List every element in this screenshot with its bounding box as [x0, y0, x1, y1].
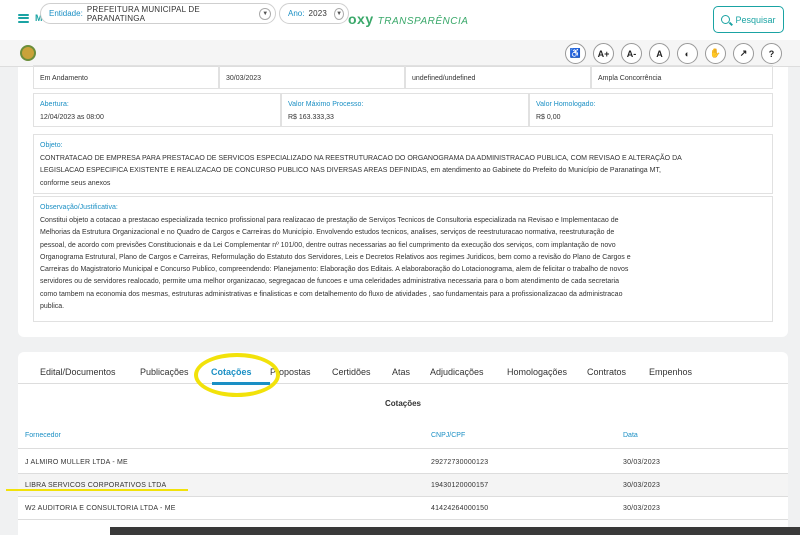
processo-value: undefined/undefined — [412, 75, 476, 82]
tab-homologacoes[interactable]: Homologações — [507, 367, 567, 377]
observacao-line: Organograma Estrutural, Plano de Cargos … — [40, 253, 631, 261]
column-header-cnpj: CNPJ/CPF — [431, 432, 466, 439]
observacao-text: Constitui objeto a cotacao a prestacao e… — [40, 215, 768, 313]
abertura-value: 12/04/2023 as 08:00 — [40, 114, 104, 121]
column-header-data: Data — [623, 432, 638, 439]
tab-certidoes[interactable]: Certidões — [332, 367, 371, 377]
fornecedor-cell: J ALMIRO MULLER LTDA - ME — [25, 459, 128, 466]
entity-label: Entidade: — [49, 9, 83, 18]
increase-font-button[interactable]: A+ — [593, 43, 614, 64]
entity-value: PREFEITURA MUNICIPAL DE PARANATINGA — [86, 4, 200, 23]
table-row[interactable]: W2 AUDITORIA E CONSULTORIA LTDA - ME 414… — [18, 497, 788, 520]
process-details-card: Em Andamento 30/03/2023 undefined/undefi… — [18, 65, 788, 337]
decrease-font-button[interactable]: A- — [621, 43, 642, 64]
situacao-cell: Em Andamento — [33, 65, 219, 89]
data-cell: 30/03/2023 — [623, 459, 661, 466]
data-cell: 30/03/2023 — [623, 505, 661, 512]
entity-select[interactable]: Entidade: PREFEITURA MUNICIPAL DE PARANA… — [40, 3, 276, 24]
tipo-value: Ampla Concorrência — [598, 75, 662, 82]
tab-bar: Edital/Documentos Publicações Cotações P… — [18, 352, 788, 385]
publicacao-value: 30/03/2023 — [226, 75, 262, 82]
table-row[interactable]: J ALMIRO MULLER LTDA - ME 29272730000123… — [18, 451, 788, 474]
objeto-text: CONTRATACAO DE EMPRESA PARA PRESTACAO DE… — [40, 153, 768, 190]
column-header-fornecedor: Fornecedor — [25, 432, 61, 439]
observacao-line: Melhorias da Estrutura Organizacional e … — [40, 229, 615, 237]
logo-oxy-text: oxy — [348, 11, 374, 27]
tab-adjudicacoes[interactable]: Adjudicações — [430, 367, 484, 377]
abertura-label: Abertura: — [40, 101, 69, 108]
observacao-line: servidores ou de servidores realocado, p… — [40, 278, 619, 286]
objeto-cell: Objeto: CONTRATACAO DE EMPRESA PARA PRES… — [33, 134, 773, 194]
objeto-line: CONTRATACAO DE EMPRESA PARA PRESTACAO DE… — [40, 155, 682, 162]
highlight-underline-annotation — [6, 489, 188, 491]
hamburger-icon — [18, 13, 29, 23]
search-icon — [721, 15, 731, 24]
year-label: Ano: — [288, 9, 305, 18]
valor-maximo-cell: Valor Máximo Processo: R$ 163.333,33 — [281, 93, 529, 127]
fornecedor-cell: LIBRA SERVICOS CORPORATIVOS LTDA — [25, 482, 167, 489]
observacao-line: Constitui objeto a cotacao a prestacao e… — [40, 217, 619, 224]
municipal-crest-icon — [20, 45, 36, 61]
sign-language-icon[interactable]: ✋ — [705, 43, 726, 64]
observacao-line: publica. — [40, 303, 65, 311]
tab-empenhos[interactable]: Empenhos — [649, 367, 692, 377]
objeto-line: conforme seus anexos — [40, 179, 111, 187]
contrast-icon[interactable]: ◐ — [677, 43, 698, 64]
header-divider — [18, 448, 788, 449]
search-button[interactable]: Pesquisar — [713, 6, 784, 33]
situacao-value: Em Andamento — [40, 75, 88, 82]
accessibility-tools-icon[interactable]: ↗ — [733, 43, 754, 64]
search-button-label: Pesquisar — [735, 14, 776, 25]
cotacoes-title: Cotações — [384, 399, 421, 408]
cnpj-cell: 29272730000123 — [431, 459, 489, 466]
table-row[interactable]: LIBRA SERVICOS CORPORATIVOS LTDA 1943012… — [18, 474, 788, 497]
data-cell: 30/03/2023 — [623, 482, 661, 489]
tab-contratos[interactable]: Contratos — [587, 367, 626, 377]
chevron-down-icon: ▼ — [259, 7, 271, 20]
valor-homologado-label: Valor Homologado: — [536, 101, 596, 108]
processo-cell: undefined/undefined — [405, 65, 591, 89]
year-value: 2023 — [308, 9, 328, 18]
accessibility-icon[interactable]: ♿ — [565, 43, 586, 64]
help-button[interactable]: ? — [761, 43, 782, 64]
fornecedor-cell: W2 AUDITORIA E CONSULTORIA LTDA - ME — [25, 505, 176, 512]
objeto-label: Objeto: — [40, 142, 63, 149]
oxy-logo: oxy TRANSPARÊNCIA — [348, 11, 468, 27]
observacao-cell: Observação/Justificativa: Constitui obje… — [33, 196, 773, 322]
chevron-down-icon: ▼ — [334, 7, 344, 20]
publicacao-cell: 30/03/2023 — [219, 65, 405, 89]
tabs-panel: Edital/Documentos Publicações Cotações P… — [18, 352, 788, 535]
observacao-line: pessoal, de acordo com previsões Constit… — [40, 241, 616, 249]
objeto-line: LEGISLACAO ESPECIFICA EXISTENTE E REALIZ… — [40, 167, 661, 175]
cnpj-cell: 19430120000157 — [431, 482, 489, 489]
highlight-circle-annotation — [194, 353, 280, 397]
taskbar-strip — [110, 527, 800, 535]
year-select[interactable]: Ano: 2023 ▼ — [279, 3, 349, 24]
tab-atas[interactable]: Atas — [392, 367, 410, 377]
valor-homologado-value: R$ 0,00 — [536, 114, 561, 121]
observacao-line: como tambem na economia dos mesmas, estr… — [40, 290, 623, 298]
cnpj-cell: 41424264000150 — [431, 505, 489, 512]
reset-font-button[interactable]: A — [649, 43, 670, 64]
valor-maximo-value: R$ 163.333,33 — [288, 114, 334, 121]
valor-homologado-cell: Valor Homologado: R$ 0,00 — [529, 93, 773, 127]
tab-edital-documentos[interactable]: Edital/Documentos — [40, 367, 116, 377]
observacao-line: Carreiras do Magistratorio Municipal e C… — [40, 266, 629, 274]
tab-publicacoes[interactable]: Publicações — [140, 367, 189, 377]
observacao-label: Observação/Justificativa: — [40, 204, 118, 211]
abertura-cell: Abertura: 12/04/2023 as 08:00 — [33, 93, 281, 127]
logo-transparencia-text: TRANSPARÊNCIA — [377, 16, 469, 27]
tipo-cell: Ampla Concorrência — [591, 65, 773, 89]
valor-maximo-label: Valor Máximo Processo: — [288, 101, 364, 108]
